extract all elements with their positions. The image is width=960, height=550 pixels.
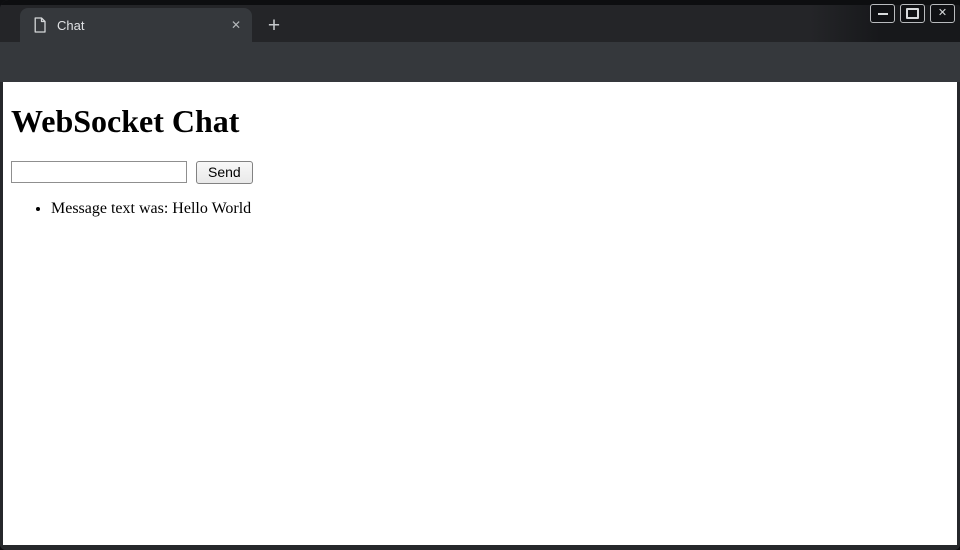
new-tab-button[interactable]: + [260, 12, 288, 40]
tab-strip: Chat ✕ + ✕ [0, 0, 960, 42]
document-icon [33, 17, 47, 33]
message-input[interactable] [11, 161, 187, 183]
page-title: WebSocket Chat [11, 103, 949, 140]
tab-close-icon[interactable]: ✕ [226, 15, 246, 35]
minimize-icon [878, 13, 888, 15]
chat-form: Send [11, 161, 949, 184]
browser-window: Chat ✕ + ✕ [0, 0, 960, 550]
page-viewport: WebSocket Chat Send Message text was: He… [3, 82, 957, 545]
webpage: WebSocket Chat Send Message text was: He… [11, 103, 949, 218]
browser-toolbar: 127.0.0.1:8000 ☆ [0, 42, 960, 82]
window-top-edge [0, 0, 960, 5]
maximize-icon [906, 8, 919, 19]
message-item: Message text was: Hello World [51, 200, 949, 218]
window-controls: ✕ [870, 4, 955, 23]
message-list: Message text was: Hello World [11, 200, 949, 218]
tab-chat[interactable]: Chat ✕ [20, 8, 252, 42]
maximize-button[interactable] [900, 4, 925, 23]
close-window-button[interactable]: ✕ [930, 4, 955, 23]
minimize-button[interactable] [870, 4, 895, 23]
window-frame: WebSocket Chat Send Message text was: He… [0, 82, 960, 550]
send-button[interactable]: Send [196, 161, 253, 184]
tab-title: Chat [57, 18, 226, 33]
